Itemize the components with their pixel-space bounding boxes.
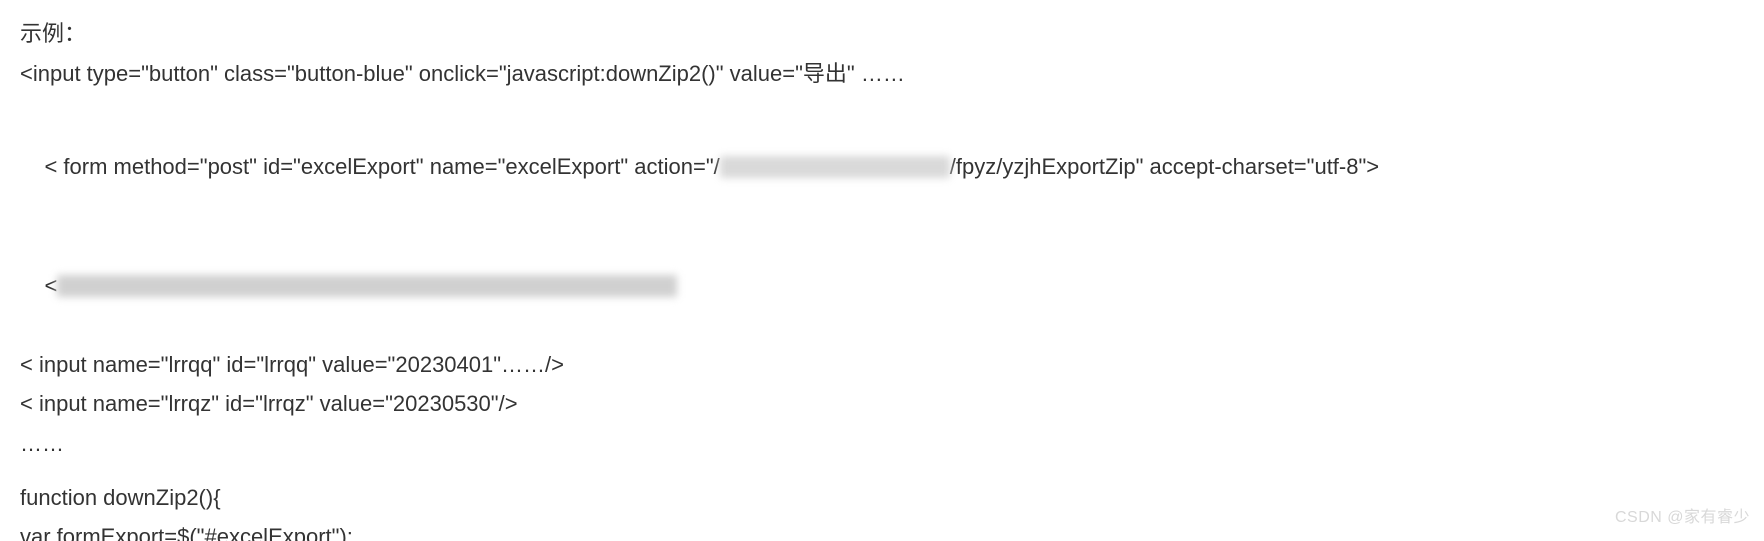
blank-line bbox=[20, 464, 1744, 478]
code-line: <input type="button" class="button-blue"… bbox=[20, 54, 1744, 94]
redacted-segment bbox=[57, 275, 677, 297]
code-line: < bbox=[20, 226, 1744, 345]
code-line: < input name="lrrqz" id="lrrqz" value="2… bbox=[20, 384, 1744, 424]
header-line: 示例： bbox=[20, 14, 1744, 54]
code-example-block: 示例： <input type="button" class="button-b… bbox=[20, 14, 1744, 541]
code-line: < input name="lrrqq" id="lrrqq" value="2… bbox=[20, 345, 1744, 385]
blank-line bbox=[20, 93, 1744, 107]
code-line: …… bbox=[20, 424, 1744, 464]
code-line: < form method="post" id="excelExport" na… bbox=[20, 107, 1744, 226]
code-text: < form method="post" id="excelExport" na… bbox=[44, 154, 719, 179]
code-text: /fpyz/yzjhExportZip" accept-charset="utf… bbox=[950, 154, 1379, 179]
code-line: function downZip2(){ bbox=[20, 478, 1744, 518]
watermark: CSDN @家有睿少 bbox=[1615, 504, 1750, 533]
code-line: var formExport=$("#excelExport"); bbox=[20, 517, 1744, 541]
code-text: < bbox=[44, 273, 57, 298]
redacted-segment bbox=[720, 156, 950, 178]
